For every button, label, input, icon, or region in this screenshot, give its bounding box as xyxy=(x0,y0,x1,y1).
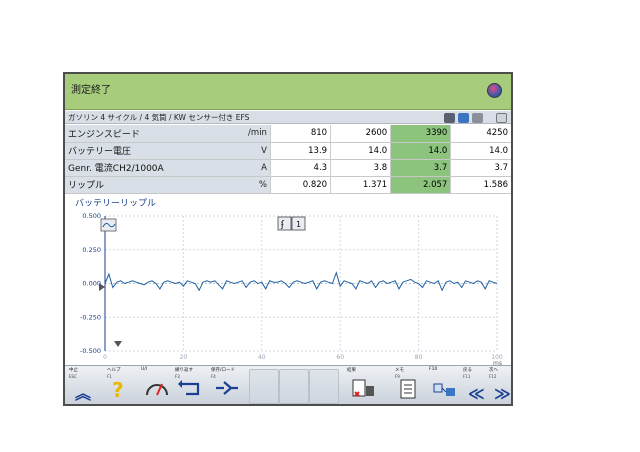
table-row: バッテリー電圧 V 13.9 14.0 14.0 14.0 xyxy=(65,142,511,160)
table-cell: 2600 xyxy=(330,125,391,143)
table-cell: 13.9 xyxy=(269,142,331,160)
table-cell: 3.7 xyxy=(450,159,511,177)
row-label: エンジンスピード xyxy=(65,125,241,143)
vehicle-bar: ガソリン 4 サイクル / 4 気筒 / KW センサー付き EFS xyxy=(65,111,511,124)
table-cell: 14.0 xyxy=(450,142,511,160)
save-load-icon xyxy=(214,378,240,404)
table-row: リップル% 0.820 1.371 2.057 1.586 xyxy=(65,176,511,194)
connection-icon[interactable] xyxy=(496,112,507,123)
empty-function-key xyxy=(249,369,279,404)
x-tick-label: 40 xyxy=(258,354,266,361)
vehicle-description: ガソリン 4 サイクル / 4 気筒 / KW センサー付き EFS xyxy=(68,113,250,122)
waveform-icon[interactable] xyxy=(100,218,117,232)
help-icon: ? xyxy=(112,378,124,402)
repeat-icon xyxy=(178,378,204,404)
tester-screen: 測定終了 ガソリン 4 サイクル / 4 気筒 / KW センサー付き EFS … xyxy=(63,72,513,406)
y-tick-label: 0.500 xyxy=(82,212,101,220)
component-icon xyxy=(432,378,458,404)
row-label: Genr. 電流CH2/1000A xyxy=(65,159,241,177)
toolbar-button-component[interactable]: F10 xyxy=(429,366,461,404)
row-label: リップル xyxy=(65,176,241,194)
vehicle-bar-icons xyxy=(444,112,507,123)
chevron-up-icon: ︽ xyxy=(75,384,92,403)
table-cell: 4.3 xyxy=(269,159,331,177)
toolbar-button-label: 中止 xyxy=(69,368,78,373)
function-key-toolbar: 中止 ESC ︽ ヘルプ F1? U/I 繰り返す F3 保存/ロード F4 結果 メモ F9 F10 戻る… xyxy=(65,365,511,404)
toolbar-button-gauge[interactable]: U/I xyxy=(141,366,173,404)
toolbar-button-chevron-up[interactable]: 中止 ESC ︽ xyxy=(69,366,101,404)
toolbar-button-repeat[interactable]: 繰り返す F3 xyxy=(175,366,207,404)
ripple-graph: 0.5000.2500.000-0.250-0.500 0 20 40 60 80 100… xyxy=(65,206,511,366)
globe-icon[interactable] xyxy=(487,83,502,98)
toolbar-button-label: 次へ xyxy=(489,368,498,373)
next-icon: ≫ xyxy=(494,384,511,403)
row-unit: /min xyxy=(240,125,271,143)
camera-icon[interactable] xyxy=(444,112,455,123)
toolbar-button-help[interactable]: ヘルプ F1? xyxy=(107,366,139,404)
table-cell: 2.057 xyxy=(390,176,451,194)
y-tick-label: 0.250 xyxy=(82,246,101,254)
measurement-table: エンジンスピード/min 810 2600 3390 4250 バッテリー電圧 V 13.9 1… xyxy=(65,125,511,194)
x-tick-label: 20 xyxy=(180,354,188,361)
gauge-icon xyxy=(144,378,170,404)
toolbar-button-memo[interactable]: メモ F9 xyxy=(395,366,427,404)
row-unit: A xyxy=(240,159,271,177)
page-title: 測定終了 xyxy=(71,85,111,96)
empty-function-key xyxy=(309,369,339,404)
table-cell: 810 xyxy=(269,125,331,143)
x-tick-label: 60 xyxy=(336,354,344,361)
toolbar-button-label: ヘルプ xyxy=(107,368,121,373)
toolbar-button-save-load[interactable]: 保存/ロード F4 xyxy=(211,366,243,404)
print-icon[interactable] xyxy=(472,112,483,123)
toolbar-button-label: 保存/ロード xyxy=(211,368,236,373)
table-cell: 1.586 xyxy=(450,176,511,194)
toolbar-button-label: F10 xyxy=(429,367,438,372)
y-tick-label: 0.000 xyxy=(82,280,101,288)
table-cell: 3.7 xyxy=(390,159,451,177)
toolbar-button-label: U/I xyxy=(141,367,148,372)
trigger-icon[interactable]: ʄ xyxy=(277,216,292,231)
table-row: Genr. 電流CH2/1000A A 4.3 3.8 3.7 3.7 xyxy=(65,159,511,177)
toolbar-button-label: メモ xyxy=(395,368,404,373)
toolbar-button-next[interactable]: 次へ F12 ≫ xyxy=(489,366,511,404)
row-label: バッテリー電圧 xyxy=(65,142,241,160)
trigger-channel-label: 1 xyxy=(296,220,301,229)
title-bar: 測定終了 xyxy=(65,74,511,110)
table-cell: 1.371 xyxy=(330,176,391,194)
toolbar-button-label: 結果 xyxy=(347,368,356,373)
monitor-icon[interactable] xyxy=(458,112,469,123)
y-tick-label: -0.250 xyxy=(80,313,101,321)
result-icon xyxy=(350,378,376,404)
table-cell: 0.820 xyxy=(269,176,331,194)
y-tick-label: -0.500 xyxy=(80,347,101,355)
empty-function-key xyxy=(279,369,309,404)
table-cell: 14.0 xyxy=(330,142,391,160)
row-unit: V xyxy=(240,142,271,160)
x-tick-label: 80 xyxy=(415,354,423,361)
table-row: エンジンスピード/min 810 2600 3390 4250 xyxy=(65,125,511,143)
toolbar-button-label: 戻る xyxy=(463,368,472,373)
row-unit: % xyxy=(240,176,271,194)
table-cell: 4250 xyxy=(450,125,511,143)
toolbar-button-label: 繰り返す xyxy=(175,368,193,373)
table-cell: 3.8 xyxy=(330,159,391,177)
table-cell: 3390 xyxy=(390,125,451,143)
memo-icon xyxy=(398,378,424,404)
toolbar-button-result[interactable]: 結果 xyxy=(347,366,379,404)
table-cell: 14.0 xyxy=(390,142,451,160)
x-tick-label: 0 xyxy=(103,354,107,361)
